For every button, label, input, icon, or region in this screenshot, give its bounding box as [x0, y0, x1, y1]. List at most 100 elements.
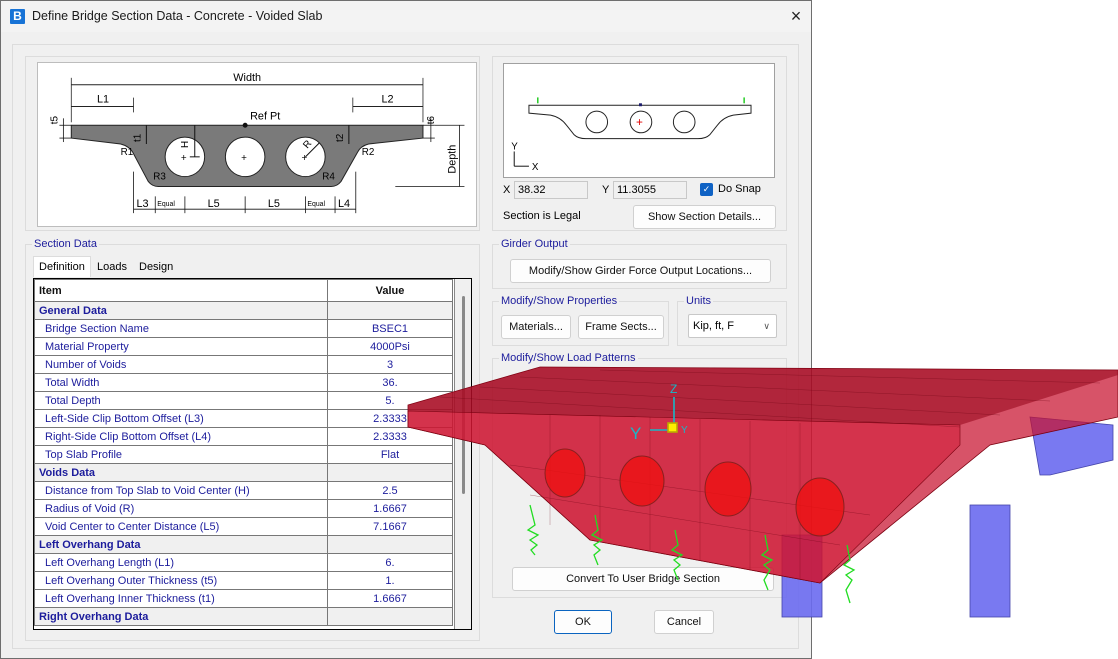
- tab-design[interactable]: Design: [134, 258, 179, 277]
- ok-button[interactable]: OK: [554, 610, 612, 634]
- table-row[interactable]: Total Depth 5.: [34, 391, 453, 410]
- show-section-details-button[interactable]: Show Section Details...: [633, 205, 776, 229]
- table-scrollbar-thumb[interactable]: [462, 296, 465, 494]
- row-value-cell[interactable]: 1.6667: [327, 589, 453, 608]
- units-select[interactable]: Kip, ft, F ∨: [688, 314, 777, 338]
- girder-output-label: Girder Output: [499, 238, 570, 250]
- row-value-cell[interactable]: 6.: [327, 553, 453, 572]
- convert-to-user-bridge-section-button[interactable]: Convert To User Bridge Section: [512, 567, 774, 591]
- label-l3: L3: [136, 198, 148, 210]
- svg-text:+: +: [181, 153, 187, 164]
- row-value-cell[interactable]: 36.: [327, 373, 453, 392]
- row-item-label: Total Width: [34, 373, 328, 392]
- table-section-row: Right Overhang Data: [34, 607, 453, 626]
- window-title: Define Bridge Section Data - Concrete - …: [32, 9, 323, 23]
- svg-text:+: +: [636, 116, 643, 129]
- row-item-label: Right Overhang Data: [34, 607, 328, 626]
- y-coord-field[interactable]: 11.3055: [613, 181, 687, 199]
- label-equal-right: Equal: [307, 201, 325, 208]
- table-row[interactable]: Material Property 4000Psi: [34, 337, 453, 356]
- title-bar: B Define Bridge Section Data - Concrete …: [1, 1, 811, 32]
- row-value-cell[interactable]: 2.3333: [327, 427, 453, 446]
- units-group: Units Kip, ft, F ∨: [677, 295, 787, 346]
- label-l5-left: L5: [208, 198, 220, 210]
- row-item-label: Left Overhang Outer Thickness (t5): [34, 571, 328, 590]
- svg-text:+: +: [241, 153, 247, 164]
- tab-definition[interactable]: Definition: [33, 256, 91, 277]
- row-item-label: Left Overhang Inner Thickness (t1): [34, 589, 328, 608]
- label-l4: L4: [338, 198, 350, 210]
- row-item-label: Distance from Top Slab to Void Center (H…: [34, 481, 328, 500]
- label-t2: t2: [335, 134, 346, 142]
- row-value-cell: [327, 535, 453, 554]
- row-item-label: Left Overhang Length (L1): [34, 553, 328, 572]
- row-value-cell[interactable]: 1.6667: [327, 499, 453, 518]
- table-row[interactable]: Void Center to Center Distance (L5) 7.166…: [34, 517, 453, 536]
- do-snap-label: Do Snap: [718, 183, 761, 195]
- row-item-label: Voids Data: [34, 463, 328, 482]
- row-value-cell: [327, 463, 453, 482]
- label-r2: R2: [362, 147, 375, 158]
- label-width: Width: [233, 72, 261, 84]
- do-snap-checkbox[interactable]: ✓: [700, 183, 713, 196]
- girder-force-output-button[interactable]: Modify/Show Girder Force Output Location…: [510, 259, 771, 283]
- close-icon[interactable]: ×: [782, 6, 810, 28]
- row-item-label: Material Property: [34, 337, 328, 356]
- properties-group: Modify/Show Properties Materials... Fram…: [492, 295, 669, 346]
- preview-panel: + Y X X 38.32 Y 11.3055 ✓ Do Snap Sectio…: [492, 56, 787, 231]
- properties-label: Modify/Show Properties: [499, 295, 620, 307]
- row-value-cell[interactable]: BSEC1: [327, 319, 453, 338]
- pier-columns: [781, 416, 1114, 618]
- row-value-cell[interactable]: 5.: [327, 391, 453, 410]
- y-coord-label: Y: [602, 184, 610, 196]
- table-scrollbar[interactable]: [454, 279, 471, 629]
- define-bridge-section-dialog: B Define Bridge Section Data - Concrete …: [0, 0, 812, 659]
- section-data-grid: Item Value General Data Bridge Section Na…: [33, 278, 472, 630]
- label-l2: L2: [381, 94, 393, 106]
- table-row[interactable]: Top Slab Profile Flat: [34, 445, 453, 464]
- x-coord-field[interactable]: 38.32: [514, 181, 588, 199]
- label-r4: R4: [322, 172, 335, 183]
- table-row[interactable]: Radius of Void (R) 1.6667: [34, 499, 453, 518]
- label-l5-right: L5: [268, 198, 280, 210]
- row-item-label: Total Depth: [34, 391, 328, 410]
- row-value-cell[interactable]: 2.5: [327, 481, 453, 500]
- label-t5: t5: [49, 116, 60, 125]
- label-r3: R3: [153, 172, 166, 183]
- row-value-cell[interactable]: 2.3333: [327, 409, 453, 428]
- table-row[interactable]: Distance from Top Slab to Void Center (H…: [34, 481, 453, 500]
- table-row[interactable]: Total Width 36.: [34, 373, 453, 392]
- row-value-cell[interactable]: 4000Psi: [327, 337, 453, 356]
- materials-button[interactable]: Materials...: [501, 315, 571, 339]
- section-data-label: Section Data: [32, 238, 99, 250]
- table-row[interactable]: Left-Side Clip Bottom Offset (L3) 2.3333: [34, 409, 453, 428]
- label-ref-pt: Ref Pt: [250, 110, 280, 122]
- table-row[interactable]: Bridge Section Name BSEC1: [34, 319, 453, 338]
- table-section-row: Left Overhang Data: [34, 535, 453, 554]
- row-value-cell[interactable]: 1.: [327, 571, 453, 590]
- row-item-label: Number of Voids: [34, 355, 328, 374]
- label-equal-left: Equal: [157, 201, 175, 208]
- label-t1: t1: [132, 134, 143, 142]
- units-selected-value: Kip, ft, F: [693, 320, 734, 332]
- column-header-value: Value: [327, 279, 453, 302]
- row-value-cell: [327, 301, 453, 320]
- load-patterns-label: Modify/Show Load Patterns: [499, 352, 638, 364]
- table-row[interactable]: Number of Voids 3: [34, 355, 453, 374]
- section-diagram: Width L1 L2 + + + Ref Pt H R t1 t2 t5 t6…: [37, 62, 477, 227]
- tab-loads[interactable]: Loads: [92, 258, 134, 277]
- table-row[interactable]: Right-Side Clip Bottom Offset (L4) 2.3333: [34, 427, 453, 446]
- table-row[interactable]: Left Overhang Length (L1) 6.: [34, 553, 453, 572]
- x-coord-label: X: [503, 184, 511, 196]
- frame-sects-button[interactable]: Frame Sects...: [578, 315, 664, 339]
- table-row[interactable]: Left Overhang Inner Thickness (t1) 1.6667: [34, 589, 453, 608]
- app-logo-icon: B: [10, 9, 25, 24]
- row-value-cell[interactable]: 3: [327, 355, 453, 374]
- row-item-label: Bridge Section Name: [34, 319, 328, 338]
- cancel-button[interactable]: Cancel: [654, 610, 714, 634]
- section-preview-canvas[interactable]: + Y X: [503, 63, 775, 178]
- table-row[interactable]: Left Overhang Outer Thickness (t5) 1.: [34, 571, 453, 590]
- row-value-cell[interactable]: 7.1667: [327, 517, 453, 536]
- row-value-cell[interactable]: Flat: [327, 445, 453, 464]
- axis-y-label: Y: [511, 141, 518, 152]
